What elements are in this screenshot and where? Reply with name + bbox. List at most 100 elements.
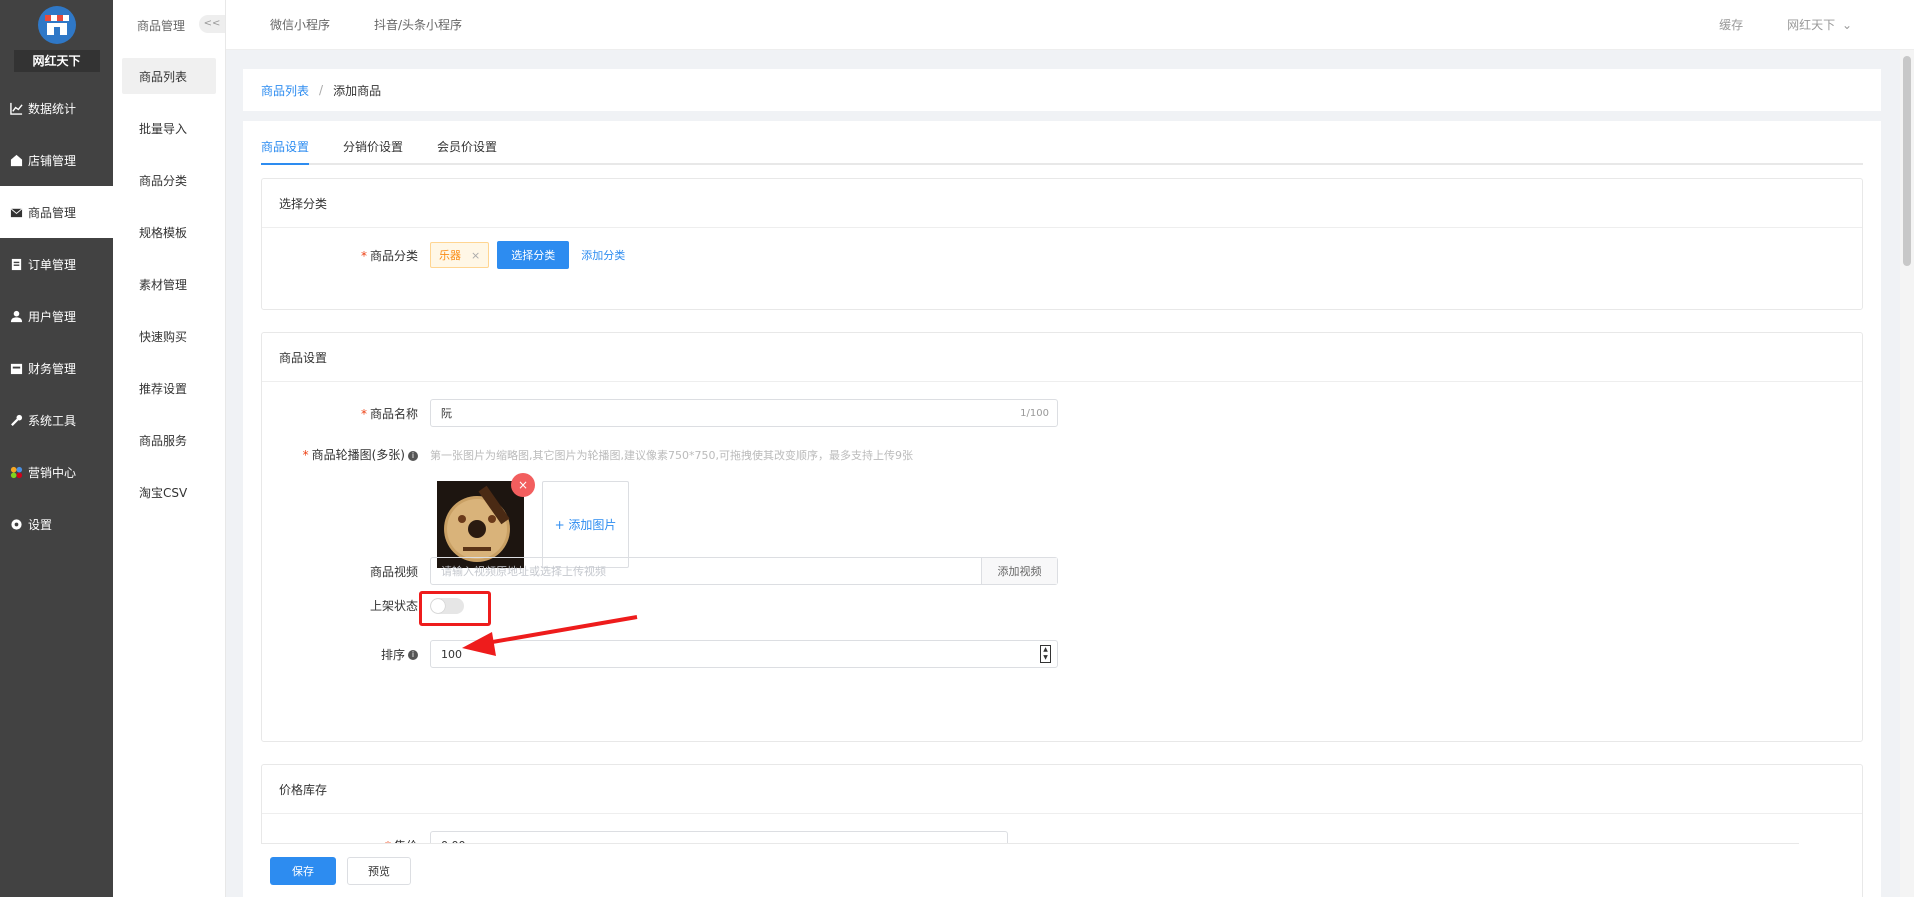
goods-image-thumbnail[interactable] [437,481,524,568]
sidebar-item-settings[interactable]: 设置 [0,498,113,550]
section-title: 价格库存 [262,765,1862,814]
category-tag: 乐器 × [430,242,490,268]
sidebar-item-orders[interactable]: 订单管理 [0,238,113,290]
field-label: * 商品分类 [262,247,430,264]
goods-images-label: 商品轮播图(多张) [311,448,405,462]
goods-settings-section: 商品设置 * 商品名称 阮 1/100 * 商品轮播图(多张) i 第一张图片为缩略图… [261,332,1863,742]
user-menu[interactable]: 网红天下 ⌄ [1787,16,1852,33]
goods-name-row: * 商品名称 阮 1/100 [262,399,1058,427]
ruan-instrument-image [437,481,524,568]
field-label: 排序 i [262,646,430,663]
number-spinner[interactable]: ▲ ▼ [1040,645,1051,663]
required-mark: * [360,248,367,263]
save-button[interactable]: 保存 [270,856,336,885]
top-bar: 微信小程序 抖音/头条小程序 缓存 网红天下 ⌄ [226,0,1914,50]
sidebar-item-store[interactable]: 店铺管理 [0,134,113,186]
wrench-icon [11,414,23,426]
user-name: 网红天下 [1787,18,1836,32]
finance-icon [10,363,23,374]
mail-icon [10,207,23,217]
tab-member-price[interactable]: 会员价设置 [437,138,497,163]
goods-name-value: 阮 [441,407,452,420]
section-title: 商品设置 [262,333,1862,382]
submenu-title: 商品管理 [137,18,186,33]
video-placeholder: 请输入视频原地址或选择上传视频 [441,565,606,578]
form-tabs: 商品设置 分销价设置 会员价设置 [261,121,1863,165]
collapse-button[interactable]: << [199,15,225,33]
spin-down-icon[interactable]: ▼ [1043,655,1048,661]
top-right-area: 缓存 网红天下 ⌄ [1675,16,1852,33]
submenu-item-spec-template[interactable]: 规格模板 [113,206,225,258]
breadcrumb: 商品列表 / 添加商品 [243,69,1881,111]
page-scrollbar[interactable] [1900,50,1914,897]
submenu-item-goods-list[interactable]: 商品列表 [122,58,216,94]
category-tag-text: 乐器 [439,249,461,262]
brand-name: 网红天下 [13,50,100,72]
section-title: 选择分类 [262,179,1862,228]
submenu-item-service[interactable]: 商品服务 [113,414,225,466]
tab-goods-settings[interactable]: 商品设置 [261,138,310,165]
video-url-input[interactable]: 请输入视频原地址或选择上传视频 添加视频 [430,557,1058,585]
goods-images-row: * 商品轮播图(多张) i 第一张图片为缩略图,其它图片为轮播图,建议像素750*7… [262,446,913,463]
sidebar-item-label: 数据统计 [28,101,77,116]
sidebar-item-marketing[interactable]: 营销中心 [0,446,113,498]
tab-douyin-miniprogram[interactable]: 抖音/头条小程序 [374,16,462,33]
select-category-button[interactable]: 选择分类 [497,241,570,269]
form-footer: 保存 预览 [261,843,1799,897]
category-row: * 商品分类 乐器 × 选择分类 添加分类 [262,241,625,269]
add-video-button[interactable]: 添加视频 [981,558,1057,584]
scrollbar-thumb[interactable] [1903,56,1911,266]
add-goods-form: 商品设置 分销价设置 会员价设置 选择分类 * 商品分类 乐器 × 选择分类 添加… [243,121,1881,897]
add-image-button[interactable]: + 添加图片 [542,481,629,568]
marketing-icon [10,466,23,478]
submenu-item-batch-import[interactable]: 批量导入 [113,102,225,154]
sidebar-item-users[interactable]: 用户管理 [0,290,113,342]
sidebar-item-label: 用户管理 [28,309,77,324]
field-label: * 商品轮播图(多张) i [262,446,430,463]
order-icon [11,258,22,270]
info-icon[interactable]: i [408,650,418,660]
sidebar-item-tools[interactable]: 系统工具 [0,394,113,446]
spin-up-icon[interactable]: ▲ [1043,647,1048,653]
add-category-link[interactable]: 添加分类 [581,247,625,263]
gear-icon [11,518,22,530]
close-icon[interactable]: × [471,249,480,262]
submenu-item-quick-buy[interactable]: 快速购买 [113,310,225,362]
sidebar-item-goods[interactable]: 商品管理 [0,186,113,238]
submenu-item-taobao-csv[interactable]: 淘宝CSV [113,466,225,518]
category-section: 选择分类 * 商品分类 乐器 × 选择分类 添加分类 [261,178,1863,310]
tab-distribution-price[interactable]: 分销价设置 [343,138,403,163]
sidebar-item-label: 店铺管理 [28,153,77,168]
preview-button[interactable]: 预览 [347,856,411,885]
brand-logo-area: 网红天下 [0,0,113,82]
chart-icon [10,102,23,115]
sidebar-item-label: 商品管理 [28,205,77,220]
sidebar-item-finance[interactable]: 财务管理 [0,342,113,394]
store-icon [10,154,23,166]
submenu-item-recommend[interactable]: 推荐设置 [113,362,225,414]
goods-submenu: 商品管理 << 商品列表 批量导入 商品分类 规格模板 素材管理 快速购买 推荐… [113,0,226,897]
cache-button[interactable]: 缓存 [1719,16,1743,33]
sort-label: 排序 [380,647,405,662]
required-mark: * [360,406,367,421]
sidebar-item-stats[interactable]: 数据统计 [0,82,113,134]
sort-number-input[interactable]: 100 ▲ ▼ [430,640,1058,668]
sort-row: 排序 i 100 ▲ ▼ [262,640,1058,668]
sidebar-item-label: 订单管理 [28,257,77,272]
category-label: 商品分类 [369,248,418,263]
sidebar-item-label: 营销中心 [28,465,77,480]
sidebar-item-label: 设置 [28,517,53,532]
breadcrumb-link-goods-list[interactable]: 商品列表 [261,82,309,99]
sidebar-item-label: 系统工具 [28,413,77,428]
status-label: 上架状态 [369,599,418,613]
video-label: 商品视频 [369,564,418,579]
goods-name-input[interactable]: 阮 1/100 [430,399,1058,427]
main-sidebar: 网红天下 数据统计 店铺管理 商品管理 订单管理 用户管理 财务管理 系统工具 … [0,0,113,897]
submenu-item-category[interactable]: 商品分类 [113,154,225,206]
remove-image-button[interactable]: × [511,473,535,497]
info-icon[interactable]: i [408,450,418,461]
tab-wechat-miniprogram[interactable]: 微信小程序 [270,16,330,33]
submenu-item-material[interactable]: 素材管理 [113,258,225,310]
store-logo-icon[interactable] [37,6,76,44]
sidebar-item-label: 财务管理 [28,361,77,376]
